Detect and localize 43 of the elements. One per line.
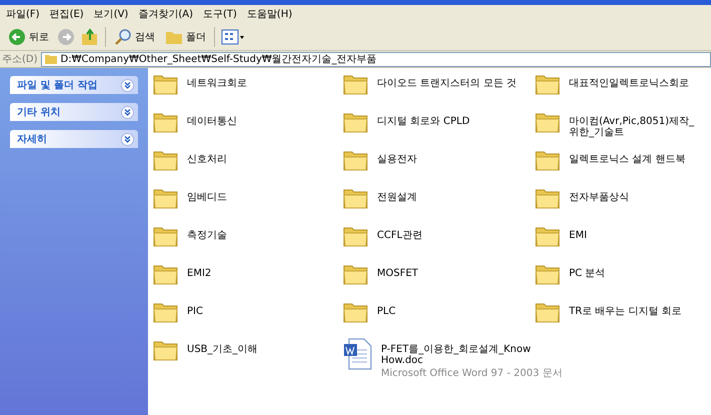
address-label: 주소(D): [2, 53, 38, 66]
file-name[interactable]: P-FET를_이용한_회로설계_KnowHow.doc: [381, 344, 531, 366]
back-button[interactable]: 뒤로: [6, 28, 51, 46]
task-panel-header[interactable]: 자세히: [10, 130, 138, 148]
folder-name[interactable]: 데이터통신: [187, 116, 237, 127]
folder-name[interactable]: 실용전자: [377, 154, 417, 165]
menu-item[interactable]: 보기(V): [94, 7, 128, 21]
folder-name[interactable]: USB_기초_이해: [187, 344, 258, 355]
address-field[interactable]: D:₩Company₩Other_Sheet₩Self-Study₩월간전자기술_전자부품: [40, 52, 711, 66]
folders-button[interactable]: 폴더: [163, 28, 208, 44]
folder-name[interactable]: EMI: [569, 230, 699, 241]
folder-name[interactable]: PC 분석: [569, 268, 699, 279]
folder-name[interactable]: MOSFET: [377, 268, 418, 279]
task-panel-header[interactable]: 기타 위치: [10, 103, 138, 121]
folder-icon: [44, 53, 58, 65]
folder-name[interactable]: 네트워크회로: [187, 78, 247, 89]
folder-name[interactable]: 디지털 회로와 CPLD: [377, 116, 470, 127]
folder-name[interactable]: 신호처리: [187, 154, 227, 165]
folder-name[interactable]: 전자부품상식: [569, 192, 699, 203]
folder-name[interactable]: 대표적인일렉트로닉스회로: [569, 78, 699, 89]
menu-item[interactable]: 도움말(H): [246, 7, 292, 21]
folder-name[interactable]: PLC: [377, 306, 396, 317]
folder-name[interactable]: 마이컴(Avr,Pic,8051)제작_위한_기술트: [569, 116, 699, 138]
folder-name[interactable]: TR로 배우는 디지털 회로: [569, 306, 699, 317]
folder-name[interactable]: 측정기술: [187, 230, 227, 241]
folder-name[interactable]: CCFL관련: [377, 230, 422, 241]
folder-name[interactable]: 일렉트로닉스 설계 핸드북: [569, 154, 699, 165]
folder-name[interactable]: EMI2: [187, 268, 212, 279]
folder-name[interactable]: 임베디드: [187, 192, 227, 203]
menu-item[interactable]: 파일(F): [6, 7, 40, 21]
up-folder-icon[interactable]: [81, 28, 99, 46]
task-panel-header[interactable]: 파일 및 폴더 작업: [10, 76, 138, 94]
search-icon: [114, 28, 132, 46]
folder-name[interactable]: 다이오드 트랜지스터의 모든 것: [377, 78, 517, 89]
menu-item[interactable]: 편집(E): [50, 7, 84, 21]
folder-name[interactable]: 전원설계: [377, 192, 417, 203]
menu-item[interactable]: 즐겨찾기(A): [138, 7, 193, 21]
menu-item[interactable]: 도구(T): [203, 7, 237, 21]
file-type: Microsoft Office Word 97 - 2003 문서: [381, 367, 562, 380]
search-button[interactable]: 검색: [112, 28, 157, 46]
word-document-icon: [343, 338, 373, 370]
view-icon[interactable]: [221, 28, 245, 44]
folder-name[interactable]: PIC: [187, 306, 203, 317]
